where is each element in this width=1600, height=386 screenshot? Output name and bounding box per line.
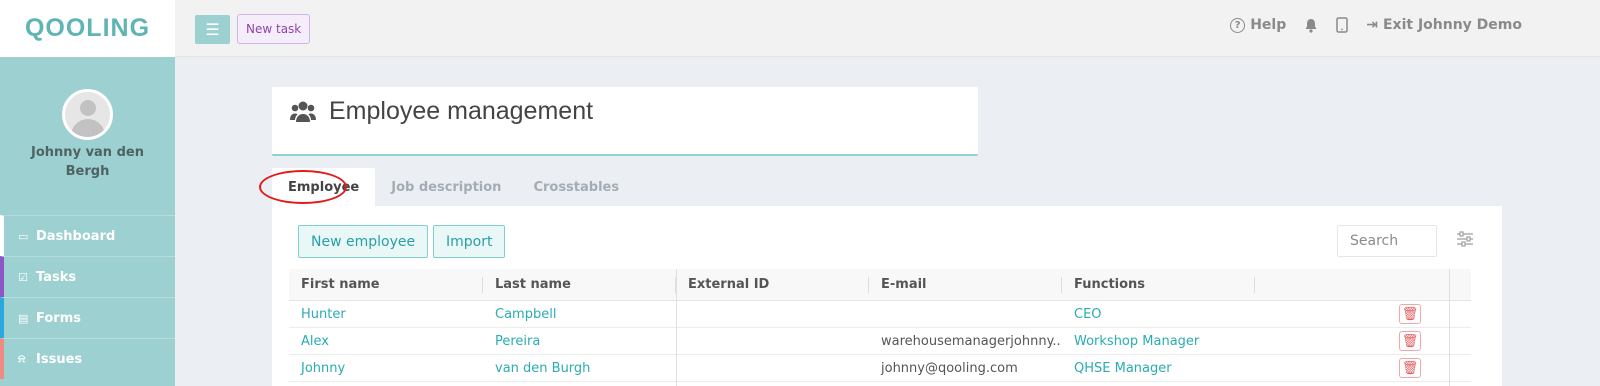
column-divider [1449,269,1450,386]
cell-actions: 🗑 [1255,355,1451,382]
delete-button[interactable]: 🗑 [1399,331,1421,351]
exit-label: Exit Johnny Demo [1382,17,1522,33]
sidebar-item-label: Forms [36,310,81,326]
search-input[interactable]: Search [1337,225,1437,257]
column-header-email[interactable]: E-mail [869,269,1062,301]
bell-icon: ⍾ [18,352,26,365]
app-logo[interactable]: QOOLING [25,14,150,43]
sidebar-item-issues[interactable]: ⍾ Issues [0,338,175,379]
logo-area[interactable]: QOOLING [0,0,175,57]
bell-icon [1305,18,1317,33]
question-icon: ? [1230,17,1246,33]
sign-out-icon: ⇥ [1366,17,1378,33]
sidebar-item-dashboard[interactable]: ▭ Dashboard [0,215,175,256]
help-link[interactable]: ? Help [1230,17,1286,33]
cell-last-name[interactable]: Campbell [483,301,676,328]
column-header-last-name[interactable]: Last name [483,269,676,301]
table-row[interactable]: Alex Pereira warehousemanagerjohnny... W… [289,328,1471,355]
employee-table: First name Last name External ID E-mail … [289,269,1471,386]
menu-toggle-button[interactable]: ☰ [195,15,230,44]
topbar-actions: ? Help ⇥ Exit Johnny Demo [1230,17,1522,33]
cell-actions: 🗑 [1255,328,1451,355]
page-header: Employee management [272,87,978,156]
notifications-button[interactable] [1304,18,1318,33]
checkbox-icon: ☑ [18,270,28,284]
help-label: Help [1250,17,1287,33]
employee-panel: New employee Import Search First name La… [272,206,1502,386]
tablet-icon [1336,17,1348,33]
cell-external-id [676,328,869,355]
sidebar: Johnny van den Bergh ▭ Dashboard ☑ Tasks… [0,57,175,386]
user-name: Johnny van den Bergh [31,145,144,179]
document-icon: ▤ [18,311,29,325]
sidebar-item-label: Dashboard [36,228,116,244]
cell-external-id [676,355,869,382]
cell-function[interactable]: Workshop Manager [1062,328,1255,355]
cell-function[interactable]: QHSE Manager [1062,355,1255,382]
monitor-icon: ▭ [18,229,29,243]
tab-crosstables[interactable]: Crosstables [517,168,635,206]
cell-first-name[interactable]: Johnny [289,355,483,382]
page-title: Employee management [329,97,594,125]
tab-job-description[interactable]: Job description [375,168,517,206]
new-employee-button[interactable]: New employee [298,225,429,258]
trash-icon: 🗑 [1401,333,1419,349]
sidebar-item-label: Issues [36,351,83,367]
column-header-external-id[interactable]: External ID [676,269,869,301]
sidebar-nav: ▭ Dashboard ☑ Tasks ▤ Forms ⍾ Issues [0,215,175,379]
table-row[interactable]: Hunter Campbell CEO 🗑 [289,301,1471,328]
table-header: First name Last name External ID E-mail … [289,269,1471,301]
import-button[interactable]: Import [433,225,506,258]
cell-last-name[interactable]: van den Burgh [483,355,676,382]
hamburger-icon: ☰ [205,20,220,39]
column-header-actions [1255,269,1451,301]
cell-function[interactable]: CEO [1062,301,1255,328]
trash-icon: 🗑 [1401,306,1419,322]
cell-email [869,301,1062,328]
exit-demo-link[interactable]: ⇥ Exit Johnny Demo [1366,17,1522,33]
sidebar-item-forms[interactable]: ▤ Forms [0,297,175,338]
sidebar-item-tasks[interactable]: ☑ Tasks [0,256,175,297]
highlight-annotation [259,170,347,204]
cell-actions: 🗑 [1255,301,1451,328]
cell-last-name[interactable]: Pereira [483,328,676,355]
sidebar-item-label: Tasks [36,269,77,285]
cell-first-name[interactable]: Alex [289,328,483,355]
tablet-button[interactable] [1336,17,1348,33]
cell-email: warehousemanagerjohnny... [881,333,1062,349]
delete-button[interactable]: 🗑 [1399,304,1421,324]
table-row[interactable]: Johnny van den Burgh johnny@qooling.com … [289,355,1471,382]
users-icon [290,101,316,122]
delete-button[interactable]: 🗑 [1399,358,1421,378]
topbar: ☰ New task ? Help ⇥ Exit Johnny Demo [175,0,1600,57]
trash-icon: 🗑 [1401,360,1419,376]
cell-first-name[interactable]: Hunter [289,301,483,328]
filter-settings-icon[interactable] [1456,231,1474,247]
column-header-first-name[interactable]: First name [289,269,483,301]
cell-email: johnny@qooling.com [881,360,1018,376]
new-task-button[interactable]: New task [237,14,311,44]
column-divider [676,269,677,386]
column-header-functions[interactable]: Functions [1062,269,1255,301]
cell-external-id [676,301,869,328]
avatar[interactable] [62,89,113,140]
